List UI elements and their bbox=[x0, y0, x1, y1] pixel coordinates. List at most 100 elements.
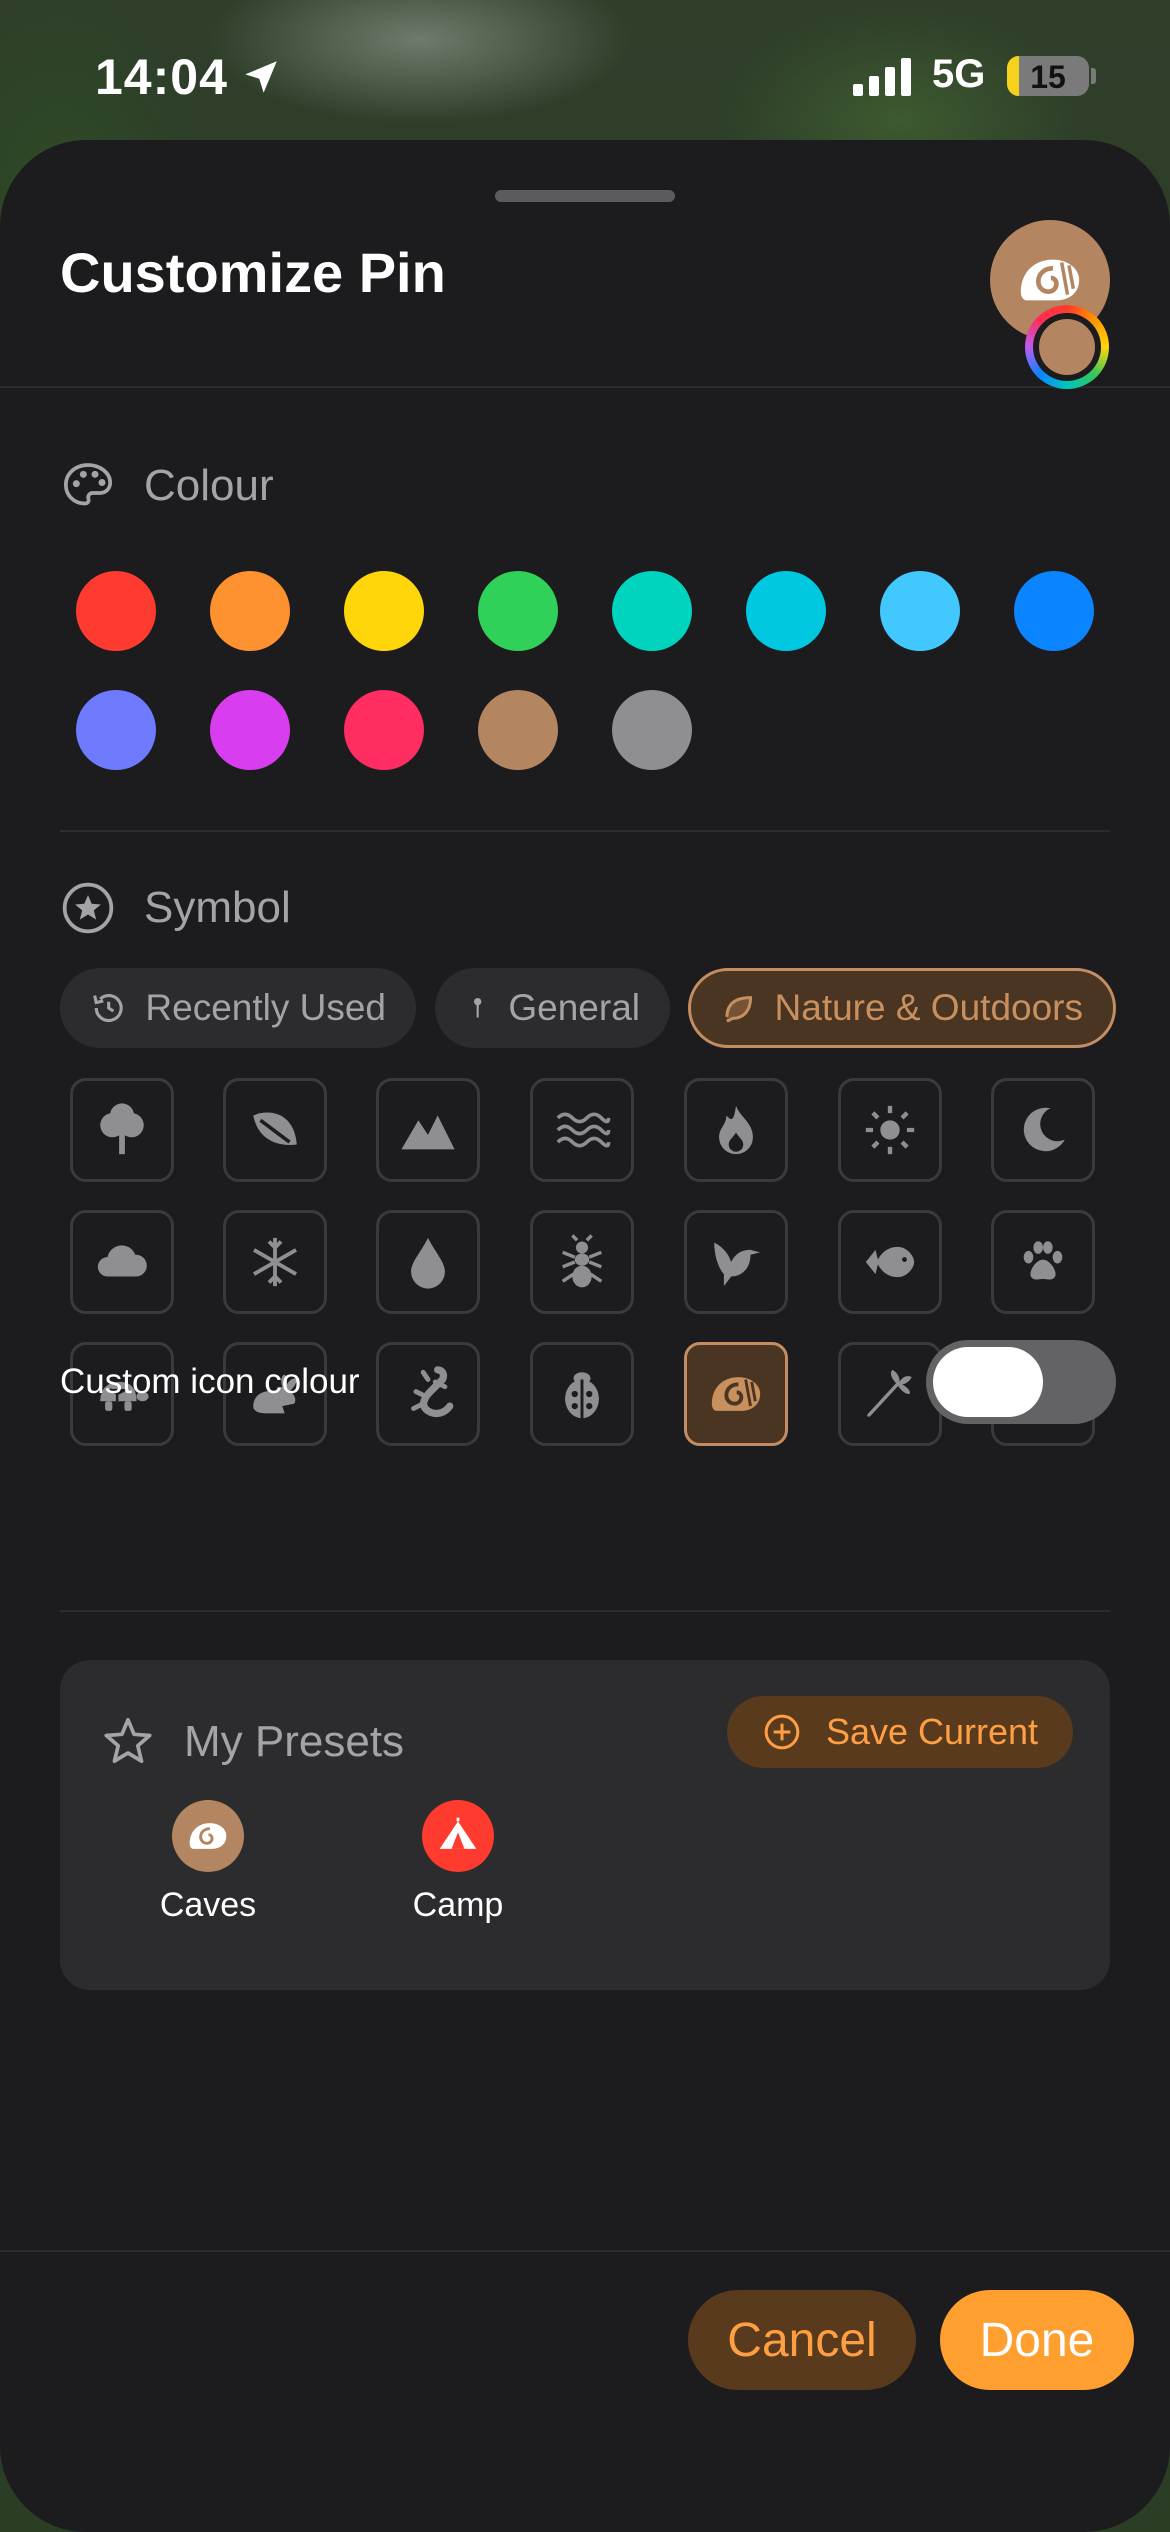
network-type: 5G bbox=[932, 52, 986, 96]
symbol-flame[interactable] bbox=[684, 1078, 788, 1182]
presets-title: My Presets bbox=[184, 1717, 405, 1766]
symbol-ladybug[interactable] bbox=[530, 1342, 634, 1446]
colour-divider bbox=[60, 830, 1110, 832]
drop-icon bbox=[411, 1237, 445, 1289]
tab-general[interactable]: General bbox=[435, 968, 670, 1048]
star-circle-icon bbox=[62, 882, 114, 934]
bird-icon bbox=[714, 1242, 761, 1287]
symbol-section-header: Symbol bbox=[60, 880, 291, 936]
sun-icon bbox=[865, 1105, 915, 1155]
tab-recently-used-label: Recently Used bbox=[145, 987, 386, 1028]
colour-swatch[interactable] bbox=[612, 571, 692, 651]
cancel-button[interactable]: Cancel bbox=[688, 2290, 916, 2390]
fossil-shell-icon bbox=[1020, 259, 1080, 301]
cancel-label: Cancel bbox=[727, 2313, 877, 2367]
preset-caves[interactable]: Caves bbox=[128, 1800, 288, 1925]
colour-swatch[interactable] bbox=[1014, 571, 1094, 651]
tab-recently-used[interactable]: Recently Used bbox=[60, 968, 416, 1048]
preset-pin bbox=[422, 1800, 494, 1872]
colour-swatch[interactable] bbox=[210, 690, 290, 770]
moon-icon bbox=[1023, 1107, 1065, 1152]
custom-icon-colour-toggle[interactable] bbox=[926, 1340, 1116, 1424]
symbol-fish[interactable] bbox=[838, 1210, 942, 1314]
symbol-cloud[interactable] bbox=[70, 1210, 174, 1314]
my-presets-card: My Presets Save Current Caves Camp bbox=[60, 1660, 1110, 1990]
colour-swatch[interactable] bbox=[344, 690, 424, 770]
symbol-divider bbox=[60, 1610, 1110, 1612]
paw-icon bbox=[1023, 1241, 1063, 1280]
colour-swatch[interactable] bbox=[76, 571, 156, 651]
tent-icon bbox=[439, 1817, 477, 1849]
done-button[interactable]: Done bbox=[940, 2290, 1134, 2390]
battery-percentage: 15 bbox=[1030, 59, 1066, 95]
symbol-label: Symbol bbox=[144, 883, 291, 932]
symbol-ant[interactable] bbox=[530, 1210, 634, 1314]
colour-swatch[interactable] bbox=[880, 571, 960, 651]
symbol-leaf[interactable] bbox=[223, 1078, 327, 1182]
tree-icon bbox=[100, 1103, 144, 1155]
done-label: Done bbox=[979, 2313, 1095, 2367]
flame-icon bbox=[719, 1105, 753, 1155]
plus-circle-icon bbox=[764, 1714, 800, 1750]
status-time: 14:04 bbox=[95, 49, 228, 105]
colour-swatch[interactable] bbox=[612, 690, 692, 770]
tab-nature-outdoors-label: Nature & Outdoors bbox=[774, 987, 1083, 1028]
tab-nature-outdoors[interactable]: Nature & Outdoors bbox=[688, 968, 1116, 1048]
fossil-shell-icon bbox=[711, 1377, 761, 1411]
lizard-icon bbox=[411, 1366, 454, 1418]
header-divider bbox=[0, 386, 1170, 388]
colour-swatch[interactable] bbox=[344, 571, 424, 651]
symbol-mountains[interactable] bbox=[376, 1078, 480, 1182]
save-current-button[interactable]: Save Current bbox=[727, 1696, 1073, 1768]
colour-section-header: Colour bbox=[60, 458, 274, 514]
preset-label: Camp bbox=[412, 1886, 504, 1924]
colour-swatch[interactable] bbox=[210, 571, 290, 651]
leaf-icon bbox=[253, 1112, 297, 1145]
symbol-snowflake[interactable] bbox=[223, 1210, 327, 1314]
symbol-water[interactable] bbox=[530, 1078, 634, 1182]
toggle-knob bbox=[933, 1347, 1043, 1417]
preset-pin bbox=[172, 1800, 244, 1872]
custom-icon-colour-label: Custom icon colour bbox=[60, 1362, 360, 1401]
snowflake-icon bbox=[253, 1237, 297, 1287]
fish-icon bbox=[865, 1246, 915, 1278]
save-current-label: Save Current bbox=[825, 1711, 1039, 1752]
status-bar: 14:04 5G 15 bbox=[0, 0, 1170, 150]
custom-color-picker-button[interactable] bbox=[1025, 305, 1109, 389]
preset-label: Caves bbox=[159, 1886, 257, 1924]
cloud-icon bbox=[97, 1245, 147, 1277]
symbol-lizard[interactable] bbox=[376, 1342, 480, 1446]
pin-icon bbox=[473, 997, 482, 1018]
symbol-moon[interactable] bbox=[991, 1078, 1095, 1182]
colour-swatch[interactable] bbox=[478, 571, 558, 651]
sheet-grabber[interactable] bbox=[495, 190, 675, 202]
carrot-icon bbox=[867, 1369, 912, 1417]
symbol-drop[interactable] bbox=[376, 1210, 480, 1314]
leaf-icon bbox=[725, 996, 753, 1023]
colour-swatch[interactable] bbox=[746, 571, 826, 651]
symbol-sun[interactable] bbox=[838, 1078, 942, 1182]
symbol-fossil-shell[interactable] bbox=[684, 1342, 788, 1446]
colour-swatch[interactable] bbox=[76, 690, 156, 770]
star-icon bbox=[104, 1717, 152, 1763]
ladybug-icon bbox=[565, 1372, 599, 1419]
preset-camp[interactable]: Camp bbox=[378, 1800, 538, 1925]
presets-header: My Presets bbox=[100, 1714, 404, 1770]
clock-history-icon bbox=[93, 994, 123, 1023]
battery-cap bbox=[1091, 68, 1096, 84]
symbol-bird[interactable] bbox=[684, 1210, 788, 1314]
palette-icon bbox=[63, 463, 113, 506]
water-waves-icon bbox=[556, 1112, 611, 1148]
fossil-shell-icon bbox=[189, 1823, 227, 1849]
location-arrow-icon bbox=[245, 61, 277, 93]
footer-divider bbox=[0, 2250, 1170, 2252]
ant-icon bbox=[561, 1234, 603, 1288]
colour-swatch[interactable] bbox=[478, 690, 558, 770]
symbol-carrot[interactable] bbox=[838, 1342, 942, 1446]
colour-label: Colour bbox=[144, 461, 274, 510]
mountains-icon bbox=[401, 1115, 455, 1150]
symbol-paw[interactable] bbox=[991, 1210, 1095, 1314]
sheet-title: Customize Pin bbox=[60, 241, 446, 304]
symbol-tree[interactable] bbox=[70, 1078, 174, 1182]
battery-icon: 15 bbox=[1007, 56, 1089, 96]
